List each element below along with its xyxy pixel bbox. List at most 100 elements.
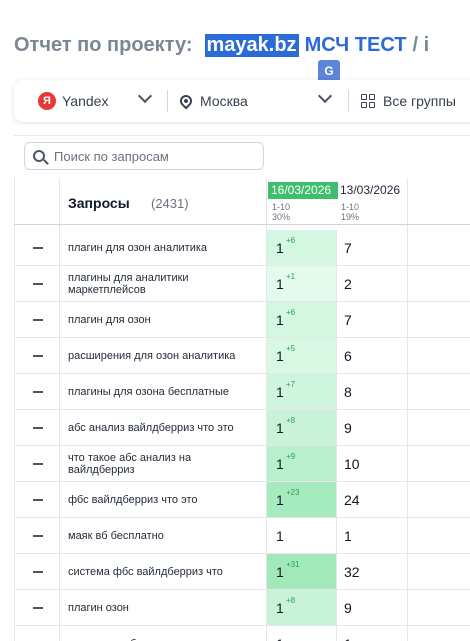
position-value: 1 xyxy=(276,636,284,641)
query-text: плагины для аналитики маркетплейсов xyxy=(68,272,189,296)
queries-header[interactable]: Запросы xyxy=(68,195,130,211)
position-cell-previous: 24 xyxy=(344,492,360,508)
position-delta: +5 xyxy=(286,344,296,353)
position-cell-previous: 7 xyxy=(344,240,352,256)
query-text: фбс вайлдберриз что это xyxy=(68,494,198,506)
position-delta: +9 xyxy=(286,452,296,461)
collapse-minus-icon[interactable] xyxy=(33,283,43,285)
position-value: 1 xyxy=(276,600,284,616)
query-text: плагин для озон аналитика xyxy=(68,242,208,254)
search-input[interactable] xyxy=(54,148,244,164)
table-row[interactable]: плагины для аналитики маркетплейсов 1 +1 2 xyxy=(14,266,470,302)
position-value: 1 xyxy=(276,384,284,400)
chevron-down-icon xyxy=(317,88,333,104)
position-cell-current: 1 +7 xyxy=(267,374,337,409)
table-row[interactable]: плагины для озона бесплатные 1 +7 8 xyxy=(14,374,470,410)
filter-bar: Я Yandex Москва Все группы xyxy=(14,80,470,122)
date-label: 16/03/2026 xyxy=(268,182,338,199)
table-row[interactable]: фбс вайлдберриз что это 1 +23 24 xyxy=(14,482,470,518)
position-value: 1 xyxy=(276,312,284,328)
queries-count: (2431) xyxy=(151,196,189,211)
position-delta: +6 xyxy=(286,308,296,317)
position-value: 1 xyxy=(276,240,284,256)
groups-select-label: Все группы xyxy=(383,93,456,109)
table-row[interactable]: расширения для озон аналитика 1 +5 6 xyxy=(14,338,470,374)
query-text: плагин для озон xyxy=(68,314,151,326)
table-row[interactable]: плагин для озон 1 +6 7 xyxy=(14,302,470,338)
collapse-minus-icon[interactable] xyxy=(33,355,43,357)
collapse-minus-icon[interactable] xyxy=(33,571,43,573)
position-delta: +7 xyxy=(286,380,296,389)
position-cell-previous: 2 xyxy=(344,276,352,292)
table-row[interactable]: плагин для озон аналитика 1 +6 7 xyxy=(14,230,470,266)
position-delta: +31 xyxy=(286,560,300,569)
position-value: 1 xyxy=(276,456,284,472)
date-percent: 30% xyxy=(272,212,291,222)
position-delta: +8 xyxy=(286,596,296,605)
collapse-minus-icon[interactable] xyxy=(33,427,43,429)
position-cell-previous: 8 xyxy=(344,384,352,400)
title-separator: / i xyxy=(412,33,430,56)
report-title: Отчет по проекту: mayak.bz МСЧ ТЕСТ / i xyxy=(14,30,429,60)
query-text: аналитика вб маяк xyxy=(68,626,258,641)
position-cell-previous: 1 xyxy=(344,528,352,544)
table-row[interactable]: система фбс вайлдберриз что 1 +31 32 xyxy=(14,554,470,590)
position-cell-current: 1 +6 xyxy=(267,302,337,337)
collapse-minus-icon[interactable] xyxy=(33,535,43,537)
date-column-header[interactable]: 16/03/2026 1-10 30% xyxy=(268,182,338,224)
collapse-minus-icon[interactable] xyxy=(33,463,43,465)
position-cell-previous: 32 xyxy=(344,564,360,580)
engine-select[interactable]: Я Yandex xyxy=(38,80,158,122)
title-prefix: Отчет по проекту: xyxy=(14,33,193,56)
position-value: 1 xyxy=(276,492,284,508)
position-cell-current: 1 xyxy=(267,626,337,641)
position-cell-current: 1 +8 xyxy=(267,410,337,445)
position-cell-previous: 1 xyxy=(344,636,352,641)
table-row[interactable]: аналитика вб маяк 1 1 xyxy=(14,626,470,641)
table-row[interactable]: маяк вб бесплатно 1 1 xyxy=(14,518,470,554)
date-column-header[interactable]: 13/03/2026 1-10 19% xyxy=(337,182,407,224)
position-cell-current: 1 +31 xyxy=(267,554,337,589)
query-text: расширения для озон аналитика xyxy=(68,350,236,362)
position-delta: +6 xyxy=(286,236,296,245)
position-cell-previous: 7 xyxy=(344,312,352,328)
position-cell-current: 1 +1 xyxy=(267,266,337,301)
table-row[interactable]: плагин озон 1 +8 9 xyxy=(14,590,470,626)
position-value: 1 xyxy=(276,348,284,364)
position-delta: +23 xyxy=(286,488,300,497)
position-cell-current: 1 +8 xyxy=(267,590,337,625)
collapse-minus-icon[interactable] xyxy=(33,319,43,321)
date-range: 1-10 xyxy=(272,202,291,212)
collapse-minus-icon[interactable] xyxy=(33,607,43,609)
search-icon xyxy=(33,150,45,162)
collapse-minus-icon[interactable] xyxy=(33,247,43,249)
query-text: система фбс вайлдберриз что xyxy=(68,566,223,578)
position-value: 1 xyxy=(276,276,284,292)
date-range: 1-10 xyxy=(341,202,360,212)
query-text: маяк вб бесплатно xyxy=(68,530,164,542)
divider xyxy=(348,90,349,112)
query-text: плагин озон xyxy=(68,602,129,614)
query-text: что такое абс анализ на вайлдберриз xyxy=(68,452,192,476)
region-select[interactable]: Москва xyxy=(177,80,335,122)
position-cell-previous: 6 xyxy=(344,348,352,364)
query-text: плагины для озона бесплатные xyxy=(68,386,229,398)
collapse-minus-icon[interactable] xyxy=(33,499,43,501)
engine-select-label: Yandex xyxy=(62,93,109,109)
search-box[interactable] xyxy=(24,142,264,170)
date-percent: 19% xyxy=(341,212,360,222)
groups-select[interactable]: Все группы xyxy=(361,80,470,122)
position-value: 1 xyxy=(276,564,284,580)
position-cell-previous: 9 xyxy=(344,600,352,616)
translate-icon[interactable]: G xyxy=(318,60,340,82)
position-cell-previous: 10 xyxy=(344,456,360,472)
table-row[interactable]: что такое абс анализ на вайлдберриз 1 +9 10 xyxy=(14,446,470,482)
region-select-label: Москва xyxy=(200,93,248,109)
collapse-minus-icon[interactable] xyxy=(33,391,43,393)
header-divider xyxy=(14,224,470,225)
divider xyxy=(167,90,168,112)
table-row[interactable]: абс анализ вайлдберриз что это 1 +8 9 xyxy=(14,410,470,446)
position-cell-current: 1 +6 xyxy=(267,230,337,265)
project-name-link[interactable]: МСЧ ТЕСТ xyxy=(305,34,407,57)
position-cell-current: 1 +23 xyxy=(267,482,337,517)
